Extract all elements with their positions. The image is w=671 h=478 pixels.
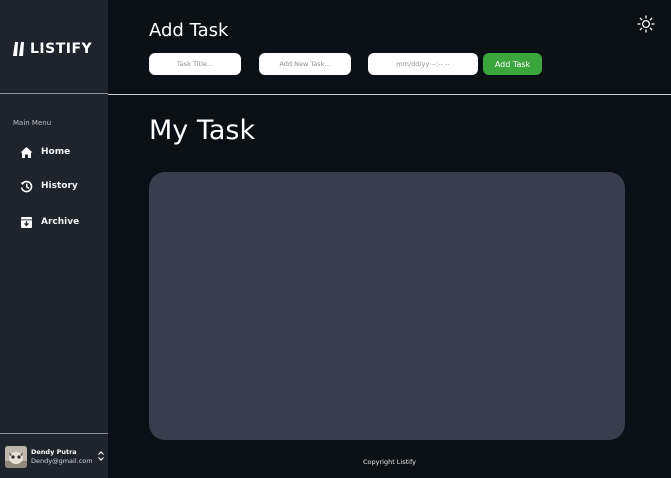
task-title-input[interactable] xyxy=(149,53,241,75)
chevron-up-down-icon[interactable] xyxy=(97,450,105,462)
sidebar-divider xyxy=(0,93,108,94)
sidebar-item-label: Archive xyxy=(41,217,80,227)
sidebar-item-home[interactable]: Home xyxy=(20,144,70,160)
app-logo[interactable]: LISTIFY xyxy=(12,40,92,58)
main-menu-heading: Main Menu xyxy=(13,119,52,127)
app-logo-text: LISTIFY xyxy=(30,41,93,57)
sidebar-item-label: Home xyxy=(41,147,71,157)
sidebar-item-label: History xyxy=(41,181,78,191)
add-task-title: Add Task xyxy=(149,20,229,41)
header-divider xyxy=(108,94,671,95)
user-info: Dendy Putra Dendy@gmail.com xyxy=(31,448,93,466)
add-task-button[interactable]: Add Task xyxy=(483,53,542,75)
user-email: Dendy@gmail.com xyxy=(31,457,93,465)
sidebar-item-archive[interactable]: Archive xyxy=(20,214,79,230)
due-date-input[interactable] xyxy=(368,53,478,75)
sidebar-item-history[interactable]: History xyxy=(20,178,78,194)
history-icon xyxy=(20,180,33,193)
user-divider xyxy=(0,433,108,434)
page-title: My Task xyxy=(149,115,256,146)
sun-icon[interactable] xyxy=(637,15,655,33)
user-profile[interactable]: Dendy Putra Dendy@gmail.com xyxy=(5,445,105,469)
user-name: Dendy Putra xyxy=(31,448,77,456)
home-icon xyxy=(20,146,33,159)
listify-quote-icon xyxy=(13,42,24,56)
archive-icon xyxy=(20,216,33,229)
task-list-panel xyxy=(149,172,625,440)
new-task-input[interactable] xyxy=(259,53,351,75)
sidebar: LISTIFY Main Menu Home History Archive D… xyxy=(0,0,108,478)
footer-copyright: Copyright Listify xyxy=(362,458,416,466)
avatar xyxy=(5,446,27,468)
